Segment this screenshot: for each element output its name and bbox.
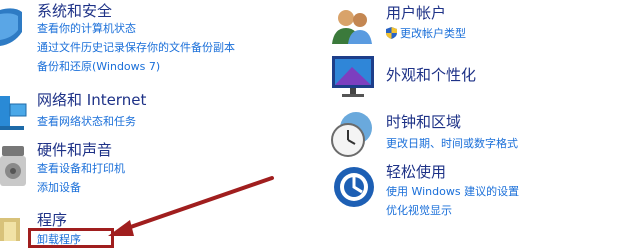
link-add-device[interactable]: 添加设备 (37, 181, 81, 195)
link-change-account-type[interactable]: 更改帐户类型 (386, 27, 466, 41)
link-use-windows-recommended-settings[interactable]: 使用 Windows 建议的设置 (386, 185, 519, 199)
category-title-programs[interactable]: 程序 (37, 211, 67, 229)
link-optimize-visual-display[interactable]: 优化视觉显示 (386, 204, 452, 218)
category-title-clock-region[interactable]: 时钟和区域 (386, 113, 461, 131)
category-title-ease-of-access[interactable]: 轻松使用 (386, 163, 446, 181)
link-file-history-backup[interactable]: 通过文件历史记录保存你的文件备份副本 (37, 41, 235, 55)
annotation-arrow (108, 176, 274, 236)
link-change-date-time-format[interactable]: 更改日期、时间或数字格式 (386, 137, 518, 151)
network-internet-icon (0, 90, 28, 134)
category-title-network-internet[interactable]: 网络和 Internet (37, 91, 146, 109)
category-title-appearance-personalization[interactable]: 外观和个性化 (386, 66, 476, 84)
user-accounts-icon (330, 6, 374, 46)
link-backup-restore-win7[interactable]: 备份和还原(Windows 7) (37, 60, 160, 74)
link-view-network-status[interactable]: 查看网络状态和任务 (37, 115, 136, 129)
shield-icon (386, 27, 397, 39)
link-text: 更改帐户类型 (400, 27, 466, 40)
clock-region-icon (330, 110, 374, 160)
system-security-icon (0, 4, 24, 48)
link-view-computer-status[interactable]: 查看你的计算机状态 (37, 22, 136, 36)
category-title-user-accounts[interactable]: 用户帐户 (386, 4, 446, 22)
category-title-hardware-sound[interactable]: 硬件和声音 (37, 141, 112, 159)
hardware-sound-icon (0, 140, 26, 190)
programs-icon (0, 210, 22, 241)
appearance-personalization-icon (332, 52, 376, 100)
category-title-system-security[interactable]: 系统和安全 (37, 2, 112, 20)
ease-of-access-icon (332, 164, 376, 210)
